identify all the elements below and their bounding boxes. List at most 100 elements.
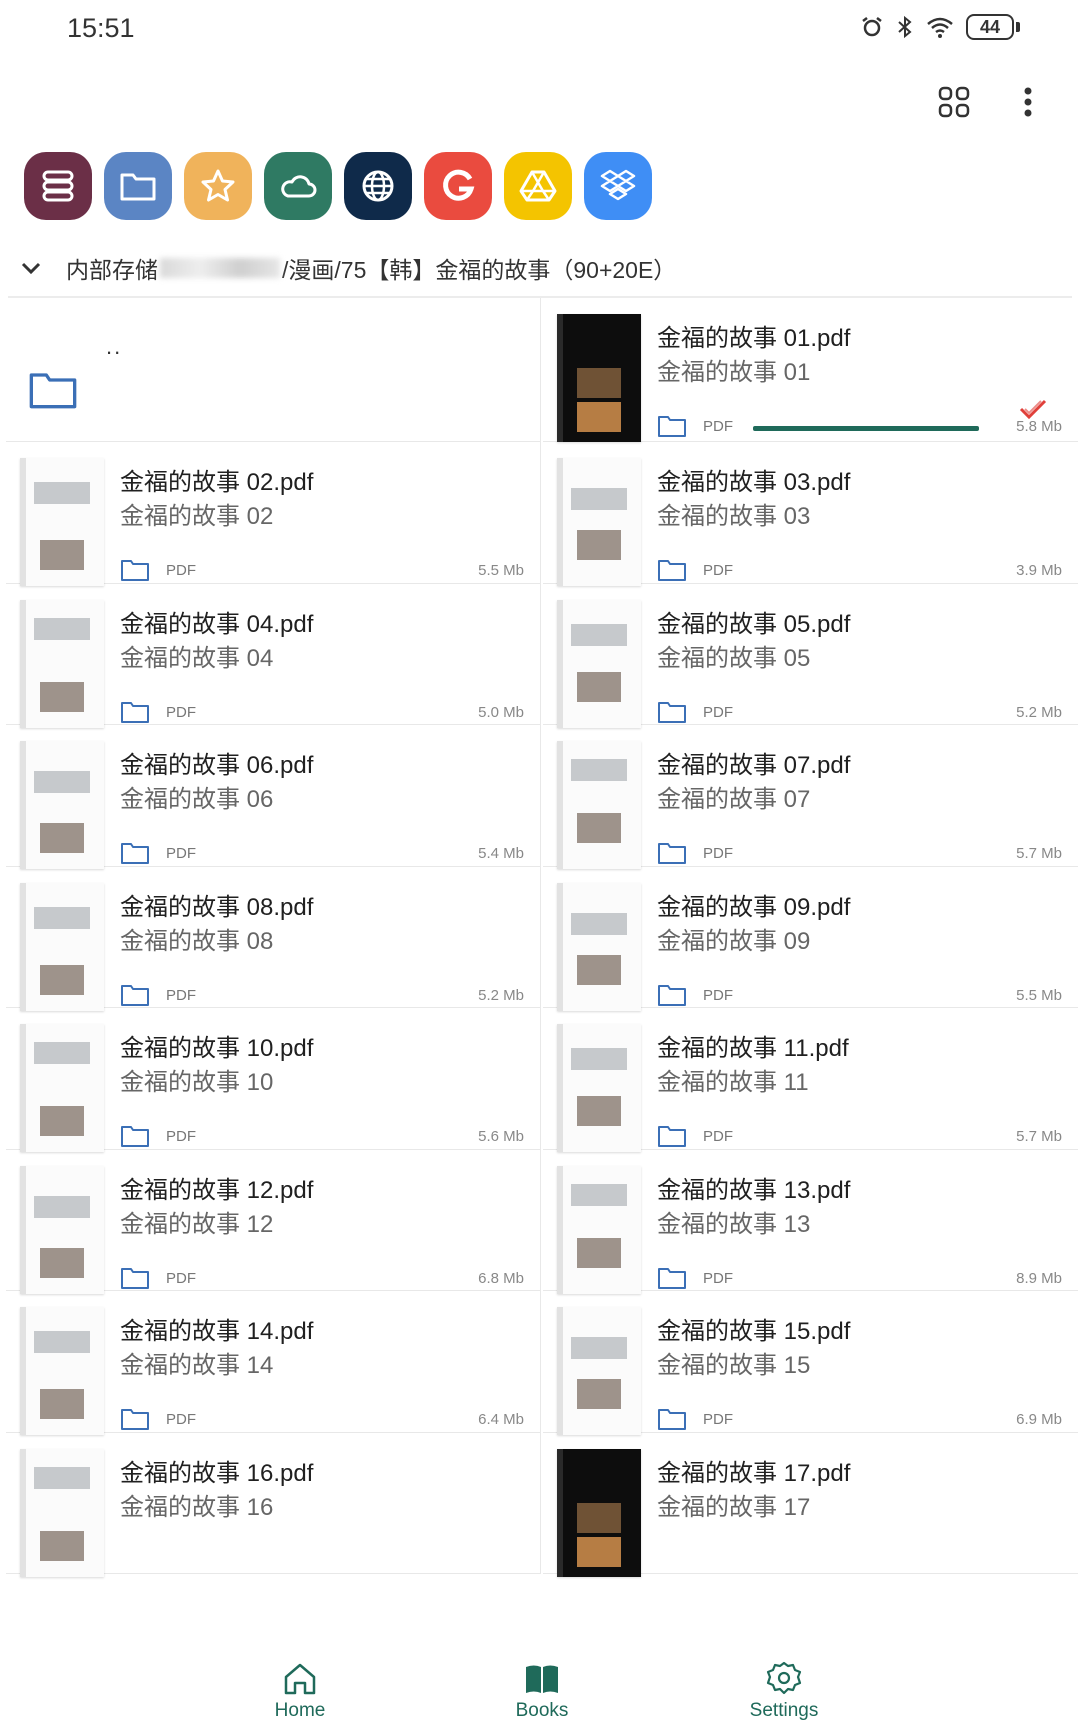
pdf-thumbnail [20,458,104,586]
breadcrumb: 内部存储 /漫画/75【韩】金福的故事（90+20E） [20,248,676,288]
file-item[interactable]: 金福的故事 07.pdf 金福的故事 07 PDF 5.7 Mb [543,725,1078,869]
file-subtitle: 金福的故事 15 [657,1352,811,1379]
redacted-path-segment [160,258,280,278]
file-format: PDF [703,704,733,721]
pdf-thumbnail [20,1307,104,1435]
nav-home[interactable]: Home [230,1660,370,1722]
folder-icon[interactable] [120,1407,150,1431]
file-size: 6.9 Mb [1016,1411,1062,1428]
file-format: PDF [166,562,196,579]
folder-icon[interactable] [657,841,687,865]
pdf-thumbnail [557,1166,641,1294]
file-size: 5.7 Mb [1016,1128,1062,1145]
file-subtitle: 金福的故事 01 [657,359,811,386]
file-item[interactable]: 金福的故事 15.pdf 金福的故事 15 PDF 6.9 Mb [543,1291,1078,1435]
pdf-thumbnail [20,1449,104,1577]
nav-books[interactable]: Books [472,1660,612,1722]
folder-icon[interactable] [657,700,687,724]
folder-icon[interactable] [120,1124,150,1148]
file-title: 金福的故事 07.pdf [657,752,851,779]
folder-icon [28,370,78,410]
file-item[interactable]: 金福的故事 17.pdf 金福的故事 17 [543,1433,1078,1577]
file-title: 金福的故事 16.pdf [120,1460,314,1487]
folder-icon[interactable] [120,983,150,1007]
file-title: 金福的故事 05.pdf [657,611,851,638]
file-subtitle: 金福的故事 13 [657,1211,811,1238]
status-icons: 44 [860,14,1020,40]
file-size: 3.9 Mb [1016,562,1062,579]
folder-icon [120,173,156,201]
file-item[interactable]: 金福的故事 09.pdf 金福的故事 09 PDF 5.5 Mb [543,867,1078,1011]
grid-view-button[interactable] [932,80,976,124]
file-item[interactable]: 金福的故事 04.pdf 金福的故事 04 PDF 5.0 Mb [6,584,541,728]
file-subtitle: 金福的故事 16 [120,1494,274,1521]
file-item[interactable]: 金福的故事 05.pdf 金福的故事 05 PDF 5.2 Mb [543,584,1078,728]
status-time: 15:51 [67,13,135,43]
file-title: 金福的故事 10.pdf [120,1035,314,1062]
file-item[interactable]: 金福的故事 14.pdf 金福的故事 14 PDF 6.4 Mb [6,1291,541,1435]
source-drive-button[interactable] [504,152,572,220]
folder-icon[interactable] [120,1266,150,1290]
storage-sources [24,152,652,220]
folder-icon[interactable] [657,558,687,582]
source-google-button[interactable] [424,152,492,220]
more-vert-icon [1024,87,1032,117]
source-cloud-button[interactable] [264,152,332,220]
path-root[interactable]: 内部存储 [66,251,158,285]
file-title: 金福的故事 11.pdf [657,1035,849,1062]
file-size: 6.4 Mb [478,1411,524,1428]
nav-settings[interactable]: Settings [714,1660,854,1722]
pdf-thumbnail [557,1307,641,1435]
nav-settings-label: Settings [749,1700,819,1721]
file-format: PDF [166,1128,196,1145]
file-title: 金福的故事 04.pdf [120,611,314,638]
collapse-path-button[interactable] [20,261,50,275]
source-folder-button[interactable] [104,152,172,220]
source-web-button[interactable] [344,152,412,220]
file-item[interactable]: 金福的故事 13.pdf 金福的故事 13 PDF 8.9 Mb [543,1150,1078,1294]
file-title: 金福的故事 03.pdf [657,469,851,496]
file-format: PDF [166,987,196,1004]
folder-icon[interactable] [120,841,150,865]
folder-icon[interactable] [657,983,687,1007]
battery-indicator: 44 [966,14,1020,40]
file-item[interactable]: 金福的故事 12.pdf 金福的故事 12 PDF 6.8 Mb [6,1150,541,1294]
file-subtitle: 金福的故事 07 [657,786,811,813]
globe-icon [362,170,394,202]
file-format: PDF [703,418,733,435]
folder-icon[interactable] [120,700,150,724]
source-dropbox-button[interactable] [584,152,652,220]
file-title: 金福的故事 15.pdf [657,1318,851,1345]
folder-icon[interactable] [657,414,687,438]
file-subtitle: 金福的故事 09 [657,928,811,955]
folder-icon[interactable] [657,1124,687,1148]
file-format: PDF [166,1270,196,1287]
file-item[interactable]: 金福的故事 02.pdf 金福的故事 02 PDF 5.5 Mb [6,442,541,586]
alarm-icon [862,17,882,37]
file-item[interactable]: 金福的故事 08.pdf 金福的故事 08 PDF 5.2 Mb [6,867,541,1011]
file-format: PDF [166,704,196,721]
folder-icon[interactable] [657,1266,687,1290]
source-storage-button[interactable] [24,152,92,220]
parent-directory-item[interactable]: .. [6,298,541,442]
file-item[interactable]: 金福的故事 16.pdf 金福的故事 16 [6,1433,541,1577]
file-item[interactable]: 金福的故事 06.pdf 金福的故事 06 PDF 5.4 Mb [6,725,541,869]
source-favorites-button[interactable] [184,152,252,220]
nav-home-label: Home [274,1700,326,1721]
path-rest[interactable]: /漫画/75【韩】金福的故事（90+20E） [282,251,676,285]
file-item[interactable]: 金福的故事 01.pdf 金福的故事 01 PDF 5.8 Mb [543,298,1078,442]
file-item[interactable]: 金福的故事 11.pdf 金福的故事 11 PDF 5.7 Mb [543,1008,1078,1152]
file-subtitle: 金福的故事 11 [657,1069,809,1096]
file-subtitle: 金福的故事 14 [120,1352,274,1379]
file-item[interactable]: 金福的故事 03.pdf 金福的故事 03 PDF 3.9 Mb [543,442,1078,586]
file-item[interactable]: 金福的故事 10.pdf 金福的故事 10 PDF 5.6 Mb [6,1008,541,1152]
folder-icon[interactable] [120,558,150,582]
pdf-thumbnail [20,1166,104,1294]
storage-shelf-icon [42,170,74,202]
gear-icon [766,1661,802,1695]
folder-icon[interactable] [657,1407,687,1431]
home-icon [284,1663,316,1695]
more-options-button[interactable] [1006,80,1050,124]
file-size: 5.6 Mb [478,1128,524,1145]
file-size: 5.2 Mb [1016,704,1062,721]
